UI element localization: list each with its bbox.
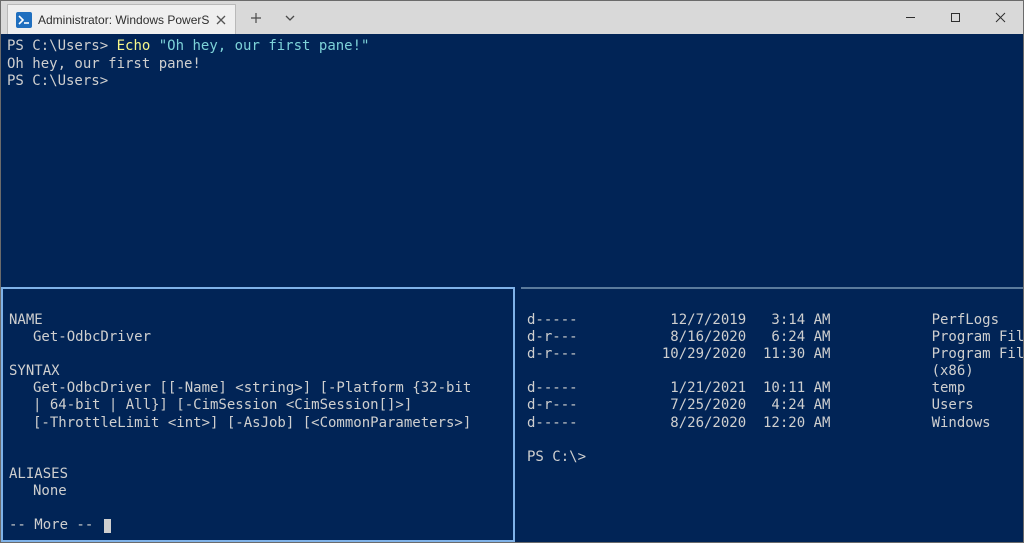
cmd-echo: Echo <box>117 38 151 54</box>
help-name-value: Get-OdbcDriver <box>9 329 507 346</box>
tab-dropdown-button[interactable] <box>280 8 300 28</box>
prompt-line: PS C:\Users> <box>7 73 1017 91</box>
pane-help[interactable]: NAME Get-OdbcDriver SYNTAX Get-OdbcDrive… <box>1 287 515 542</box>
help-aliases-value: None <box>9 483 507 500</box>
dir-table: 0 d----- 12/7/2019 3:14 AM PerfLogs d-r-… <box>527 295 1017 432</box>
prompt: PS C:\Users> <box>7 38 108 54</box>
new-tab-button[interactable] <box>246 8 266 28</box>
prompt-line: PS C:\> <box>527 449 1017 466</box>
minimize-button[interactable] <box>888 1 933 34</box>
help-syntax-l1: Get-OdbcDriver [[-Name] <string>] [-Plat… <box>9 380 507 397</box>
help-more: -- More -- <box>9 517 93 533</box>
pane-top[interactable]: PS C:\Users> Echo "Oh hey, our first pan… <box>1 34 1023 283</box>
split-bottom: NAME Get-OdbcDriver SYNTAX Get-OdbcDrive… <box>1 283 1023 542</box>
window-controls <box>888 1 1023 34</box>
titlebar[interactable]: Administrator: Windows PowerS <box>1 1 1023 34</box>
help-aliases-label: ALIASES <box>9 466 507 483</box>
powershell-icon <box>16 12 32 28</box>
help-syntax-label: SYNTAX <box>9 363 507 380</box>
maximize-button[interactable] <box>933 1 978 34</box>
app-window: Administrator: Windows PowerS <box>0 0 1024 543</box>
help-name-label: NAME <box>9 312 507 329</box>
cursor-icon <box>104 519 111 533</box>
tab-title: Administrator: Windows PowerS <box>38 13 209 27</box>
tabbar-buttons <box>236 1 300 34</box>
pane-dir[interactable]: 0 d----- 12/7/2019 3:14 AM PerfLogs d-r-… <box>521 287 1023 542</box>
output-line: Oh hey, our first pane! <box>7 56 1017 74</box>
terminal-content: PS C:\Users> Echo "Oh hey, our first pan… <box>1 34 1023 542</box>
help-syntax-l3: [-ThrottleLimit <int>] [-AsJob] [<Common… <box>9 415 507 432</box>
help-syntax-l2: | 64-bit | All}] [-CimSession <CimSessio… <box>9 397 507 414</box>
tab-close-icon[interactable] <box>215 14 227 26</box>
close-button[interactable] <box>978 1 1023 34</box>
tab-powershell[interactable]: Administrator: Windows PowerS <box>7 4 236 34</box>
cmd-arg: "Oh hey, our first pane!" <box>159 38 370 54</box>
